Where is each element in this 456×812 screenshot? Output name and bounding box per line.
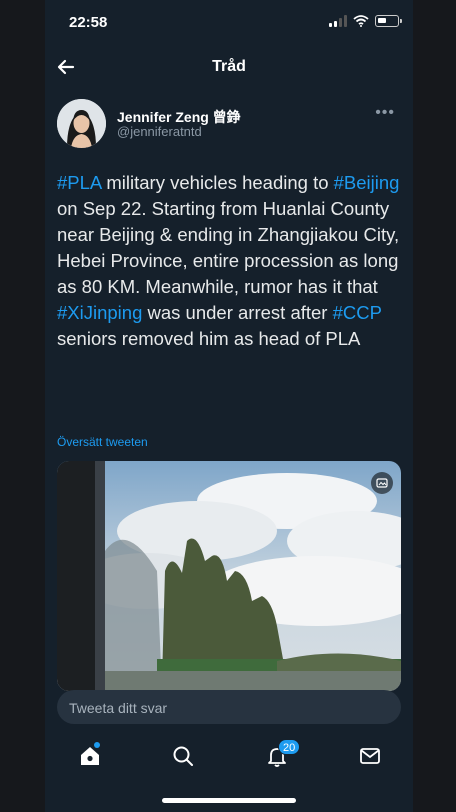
notifications-badge: 20: [278, 739, 301, 755]
battery-icon: [375, 15, 402, 27]
tweet-text-part: was under arrest after: [142, 302, 333, 323]
more-options-icon[interactable]: •••: [375, 104, 395, 122]
status-icons: [329, 15, 402, 27]
tweet-text-part: seniors removed him as head of PLA: [57, 328, 361, 349]
page-title: Tråd: [212, 58, 246, 75]
tweet-text-part: military vehicles heading to: [101, 172, 334, 193]
messages-tab[interactable]: [356, 742, 384, 770]
left-backdrop: [0, 0, 45, 812]
status-time: 22:58: [69, 14, 108, 31]
search-icon: [173, 746, 193, 766]
reply-placeholder: Tweeta ditt svar: [69, 700, 168, 716]
bottom-tab-bar: [45, 728, 413, 782]
home-new-dot: [94, 742, 100, 748]
wifi-icon: [353, 15, 369, 27]
reply-field[interactable]: Tweeta ditt svar: [57, 690, 401, 724]
signal-icon: [329, 15, 347, 27]
home-indicator: [162, 798, 296, 803]
home-tab[interactable]: [76, 742, 104, 770]
author-handle[interactable]: @jenniferatntd: [117, 124, 202, 139]
media-edit-icon[interactable]: [371, 472, 393, 494]
hashtag-ccp[interactable]: #CCP: [333, 302, 382, 323]
tweet-text-part: on Sep 22. Starting from Huanlai County …: [57, 198, 400, 297]
phone-screen: 22:58 Tråd Jennifer Zeng 曾錚 @jenniferatn…: [45, 0, 413, 812]
hashtag-pla[interactable]: #PLA: [57, 172, 101, 193]
avatar[interactable]: [57, 99, 106, 148]
thread-header: Tråd: [45, 48, 413, 86]
right-backdrop: [413, 0, 456, 812]
translate-tweet-link[interactable]: Översätt tweeten: [57, 435, 148, 449]
tweet-text: #PLA military vehicles heading to #Beiji…: [57, 170, 407, 352]
hashtag-xijinping[interactable]: #XiJinping: [57, 302, 142, 323]
hashtag-beijing[interactable]: #Beijing: [334, 172, 400, 193]
search-tab[interactable]: [169, 742, 197, 770]
envelope-icon: [360, 748, 380, 764]
status-bar: 22:58: [45, 0, 413, 44]
tweet-video[interactable]: [57, 461, 401, 691]
